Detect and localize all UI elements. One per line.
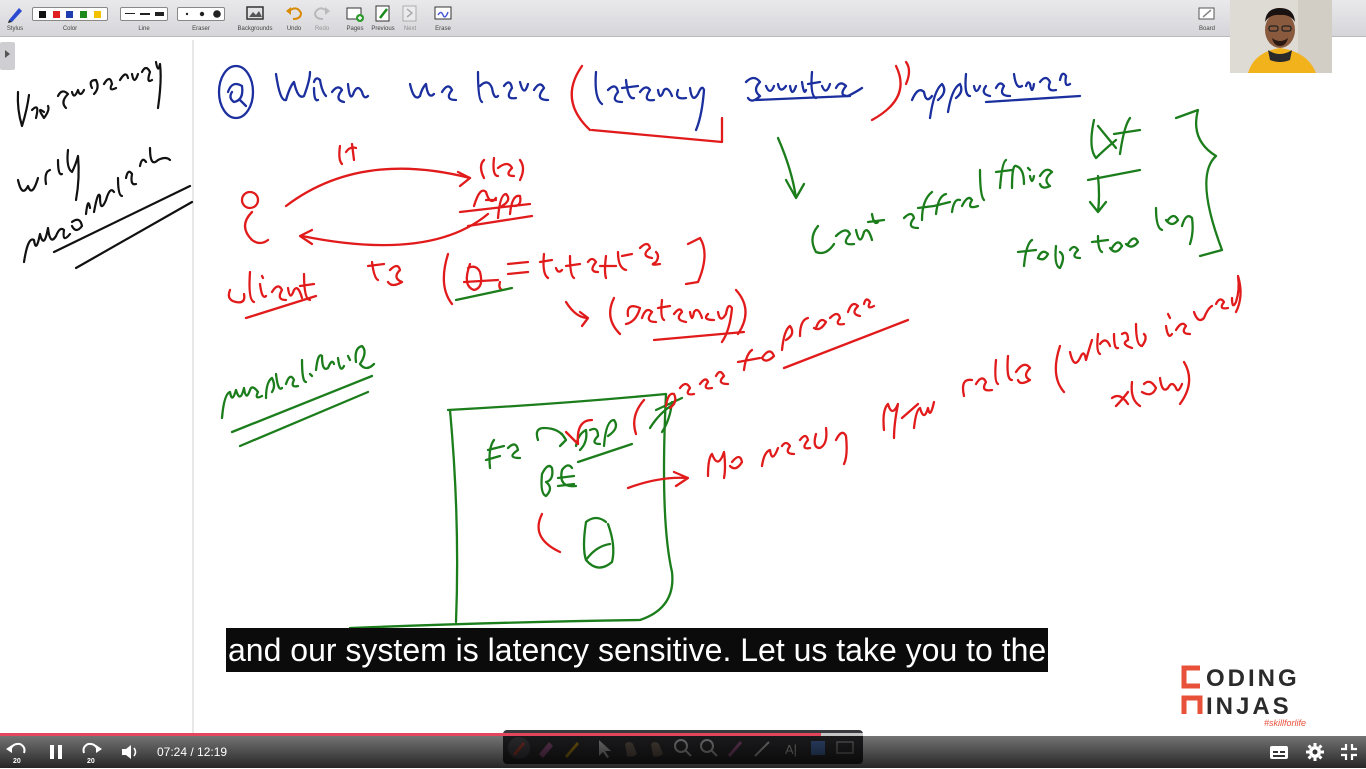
color-swatch-red[interactable] xyxy=(52,10,60,18)
stylus-icon xyxy=(8,8,22,23)
color-swatch-black[interactable] xyxy=(39,10,47,18)
subtitle-caption: and our system is latency sensitive. Let… xyxy=(226,628,1049,672)
undo-label: Undo xyxy=(286,26,302,32)
pages-button[interactable]: Pages xyxy=(342,3,368,33)
exit-fullscreen-button[interactable] xyxy=(1336,736,1362,768)
svg-text:#skillforlife: #skillforlife xyxy=(1264,718,1306,728)
line-width-options xyxy=(120,7,168,21)
pages-label: Pages xyxy=(346,26,364,32)
line-width-icon xyxy=(125,12,164,16)
settings-button[interactable] xyxy=(1302,736,1328,768)
forward-icon: 20 xyxy=(82,742,102,765)
pause-button[interactable] xyxy=(44,736,68,768)
stylus-tool[interactable]: Stylus xyxy=(4,3,26,33)
eraser-label: Eraser xyxy=(192,26,210,32)
next-page-icon xyxy=(402,5,417,22)
time-display: 07:24 / 12:19 xyxy=(157,745,228,759)
previous-button[interactable]: Previous xyxy=(370,3,396,33)
board-button[interactable]: Board xyxy=(1196,3,1218,33)
stylus-label: Stylus xyxy=(6,26,24,32)
color-label: Color xyxy=(62,26,78,32)
svg-text:ODING: ODING xyxy=(1206,665,1300,692)
color-swatch-green[interactable] xyxy=(80,10,88,18)
monolithic-diagram xyxy=(220,344,684,630)
eraser-size-icon xyxy=(185,10,221,18)
undo-icon xyxy=(286,7,303,20)
line-tool[interactable]: Line xyxy=(119,3,169,33)
volume-button[interactable] xyxy=(118,736,142,768)
pages-icon xyxy=(346,7,364,22)
captions-button[interactable] xyxy=(1266,736,1292,768)
undo-button[interactable]: Undo xyxy=(282,3,306,33)
rewind-icon: 20 xyxy=(6,742,26,765)
forward-20-button[interactable]: 20 xyxy=(78,736,104,768)
forward-seconds: 20 xyxy=(87,758,95,765)
svg-text:INJAS: INJAS xyxy=(1206,693,1292,720)
exit-fullscreen-icon xyxy=(1341,744,1357,760)
presenter-image xyxy=(1230,0,1332,73)
eraser-tool[interactable]: Eraser xyxy=(176,3,226,33)
backgrounds-icon xyxy=(246,6,264,20)
color-swatches xyxy=(32,7,108,21)
latency-word xyxy=(594,70,706,132)
previous-page-icon xyxy=(375,5,390,22)
pause-icon xyxy=(50,745,62,759)
erase-icon xyxy=(434,6,452,20)
whiteboard-toolbar: Stylus Color Line Eraser Backgrounds Und… xyxy=(0,0,1366,37)
erase-label: Erase xyxy=(435,26,451,32)
line-label: Line xyxy=(138,26,150,32)
gear-icon xyxy=(1306,743,1324,761)
presenter-webcam xyxy=(1230,0,1332,73)
next-label: Next xyxy=(403,26,417,32)
backgrounds-label: Backgrounds xyxy=(237,26,273,32)
redo-button[interactable]: Redo xyxy=(310,3,334,33)
board-icon xyxy=(1198,7,1215,20)
redo-label: Redo xyxy=(314,26,330,32)
color-swatch-blue[interactable] xyxy=(66,10,74,18)
rewind-seconds: 20 xyxy=(13,758,21,765)
captions-icon xyxy=(1270,746,1288,759)
delta-t-underline xyxy=(454,286,514,302)
coding-ninjas-logo: ODING INJAS #skillforlife xyxy=(1178,662,1328,730)
color-tool[interactable]: Color xyxy=(30,3,110,33)
client-app-diagram xyxy=(227,142,747,344)
coding-ninjas-logo-mark: ODING INJAS #skillforlife xyxy=(1181,665,1306,728)
previous-label: Previous xyxy=(371,26,395,32)
board-label: Board xyxy=(1198,26,1215,32)
next-button[interactable]: Next xyxy=(398,3,422,33)
redo-icon xyxy=(313,7,330,20)
red-annotations xyxy=(537,274,1242,554)
use-cases-note xyxy=(16,60,194,270)
video-player-controls: 20 20 07:24 / 12:19 xyxy=(0,736,1366,768)
cant-afford-note xyxy=(776,108,1224,270)
erase-all-button[interactable]: Erase xyxy=(430,3,456,33)
volume-icon xyxy=(122,745,137,759)
eraser-size-options xyxy=(177,7,225,21)
color-swatch-yellow[interactable] xyxy=(93,10,101,18)
backgrounds-tool[interactable]: Backgrounds xyxy=(236,3,274,33)
rewind-20-button[interactable]: 20 xyxy=(4,736,30,768)
